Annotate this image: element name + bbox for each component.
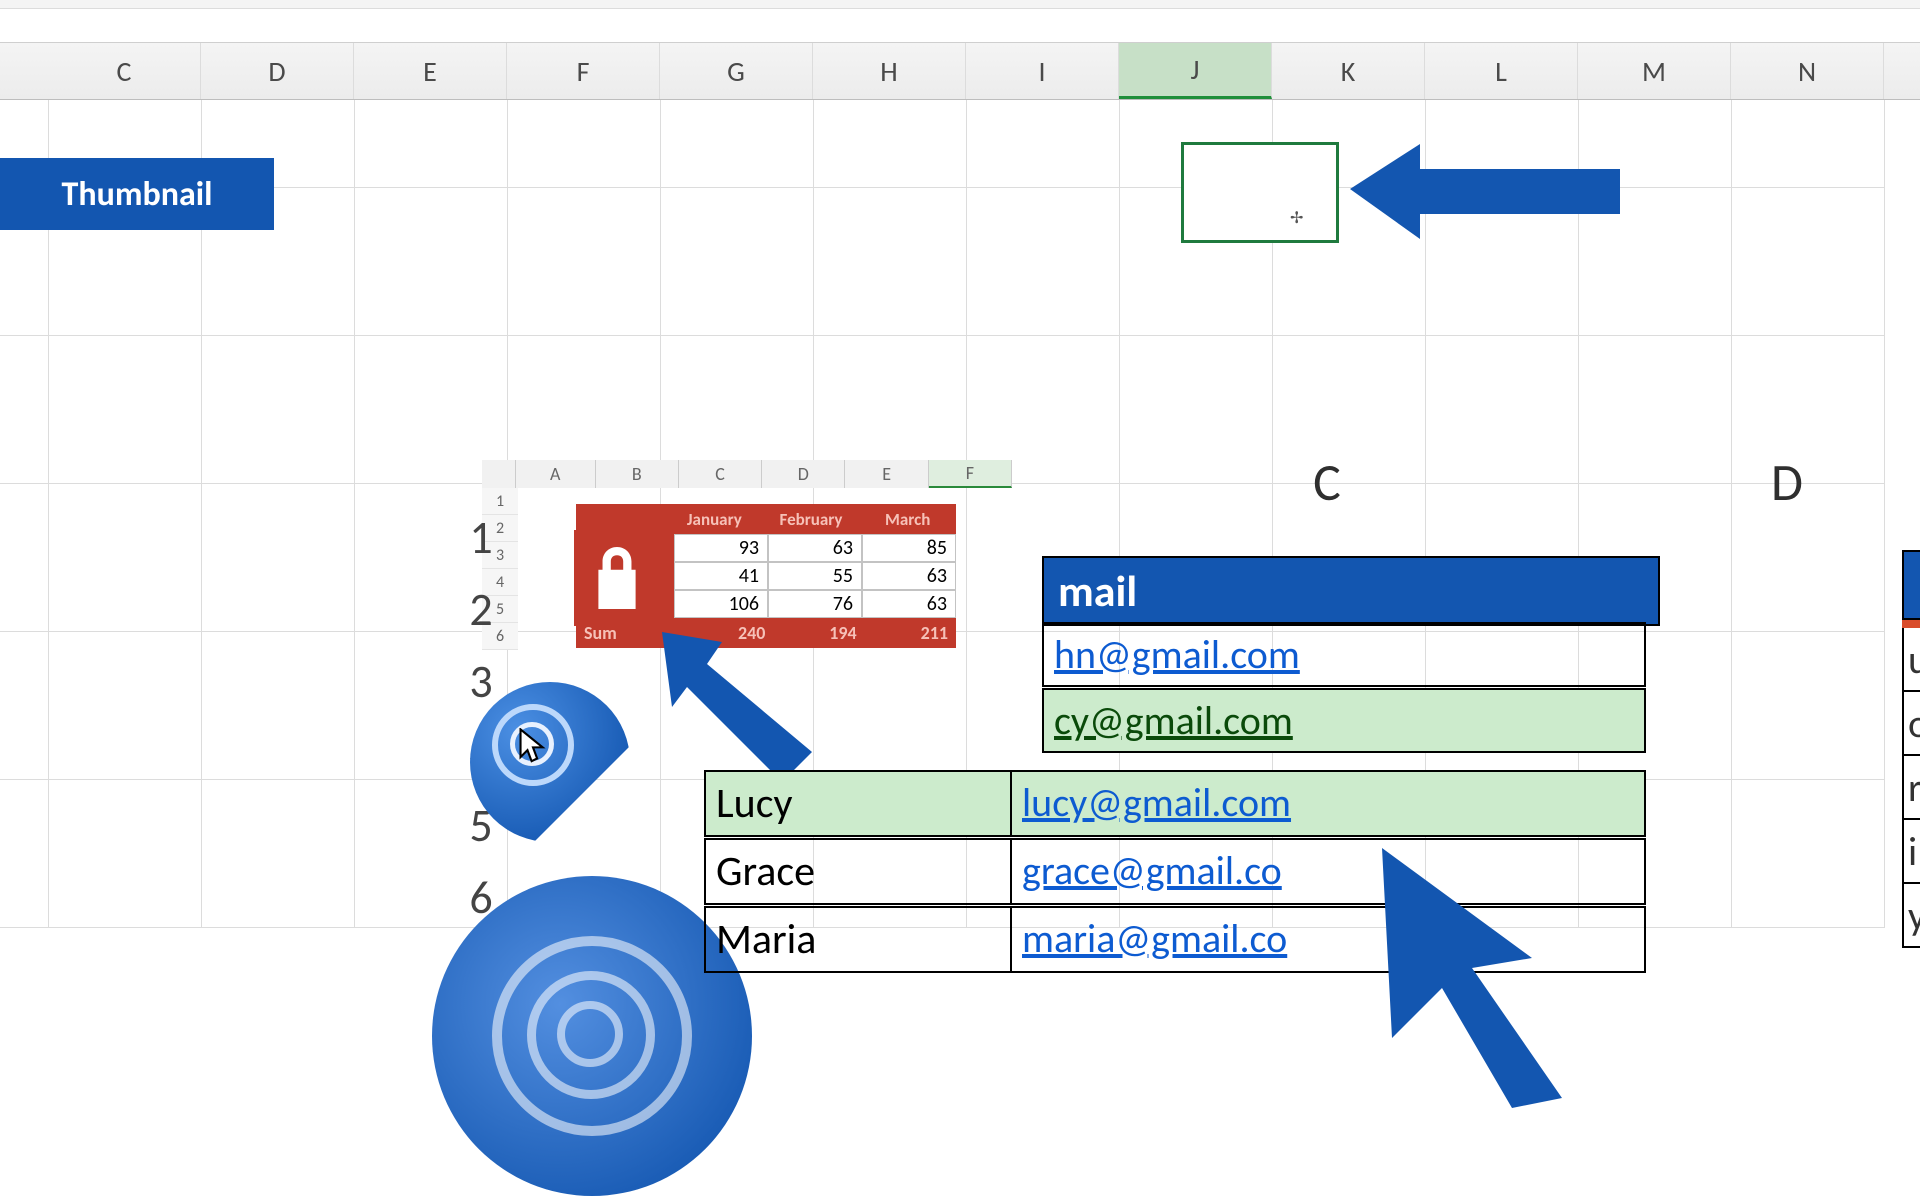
small-col-a: A xyxy=(516,460,596,488)
thumbnail-header-cell: Thumbnail xyxy=(0,158,274,230)
small-col-c: C xyxy=(679,460,762,488)
arrow-to-lock-icon xyxy=(652,622,832,792)
lock-icon xyxy=(574,530,660,626)
cell-cursor-icon: ✢ xyxy=(1290,208,1303,228)
col-d[interactable]: D xyxy=(201,43,354,99)
small-col-f: F xyxy=(929,460,1012,488)
inset-col-c: C xyxy=(1302,450,1352,514)
locked-month-3: March xyxy=(859,504,956,534)
col-l[interactable]: L xyxy=(1425,43,1578,99)
small-col-b: B xyxy=(596,460,679,488)
col-n[interactable]: N xyxy=(1731,43,1884,99)
locked-month-1: January xyxy=(666,504,763,534)
name-cell: Grace xyxy=(706,840,1012,903)
col-f[interactable]: F xyxy=(507,43,660,99)
email-row-lucy[interactable]: Lucy lucy@gmail.com xyxy=(704,770,1646,837)
click-ripple-icon xyxy=(470,682,630,842)
name-cell: Maria xyxy=(706,908,1012,971)
arrow-left-icon xyxy=(1350,134,1630,254)
col-k[interactable]: K xyxy=(1272,43,1425,99)
email-row-partial-1[interactable]: hn@gmail.com xyxy=(1042,622,1646,687)
small-col-d: D xyxy=(762,460,845,488)
mouse-cursor-icon xyxy=(518,728,548,769)
col-j[interactable]: J xyxy=(1119,43,1272,99)
name-cell: Lucy xyxy=(706,772,1012,835)
thumbnail-collage: C D A B C D E F 123 456 January February… xyxy=(432,400,1920,1100)
email-column-header: mail xyxy=(1042,556,1660,626)
peek-column: ua oru rc il y xyxy=(1902,550,1920,948)
col-g[interactable]: G xyxy=(660,43,813,99)
column-headers[interactable]: C D E F G H I J K L M N xyxy=(0,42,1920,100)
inset-col-d: D xyxy=(1762,450,1812,514)
email-row-partial-2[interactable]: cy@gmail.com xyxy=(1042,688,1646,753)
email-link[interactable]: lucy@gmail.com xyxy=(1012,772,1644,835)
locked-month-2: February xyxy=(763,504,860,534)
arrow-cursor-icon xyxy=(1362,828,1622,1108)
col-m[interactable]: M xyxy=(1578,43,1731,99)
small-col-e: E xyxy=(845,460,928,488)
col-h[interactable]: H xyxy=(813,43,966,99)
small-grid: A B C D E F 123 456 xyxy=(482,460,1012,488)
col-i[interactable]: I xyxy=(966,43,1119,99)
selected-cell[interactable] xyxy=(1181,142,1339,243)
col-c[interactable]: C xyxy=(48,43,201,99)
col-e[interactable]: E xyxy=(354,43,507,99)
window-chrome xyxy=(0,0,1920,9)
